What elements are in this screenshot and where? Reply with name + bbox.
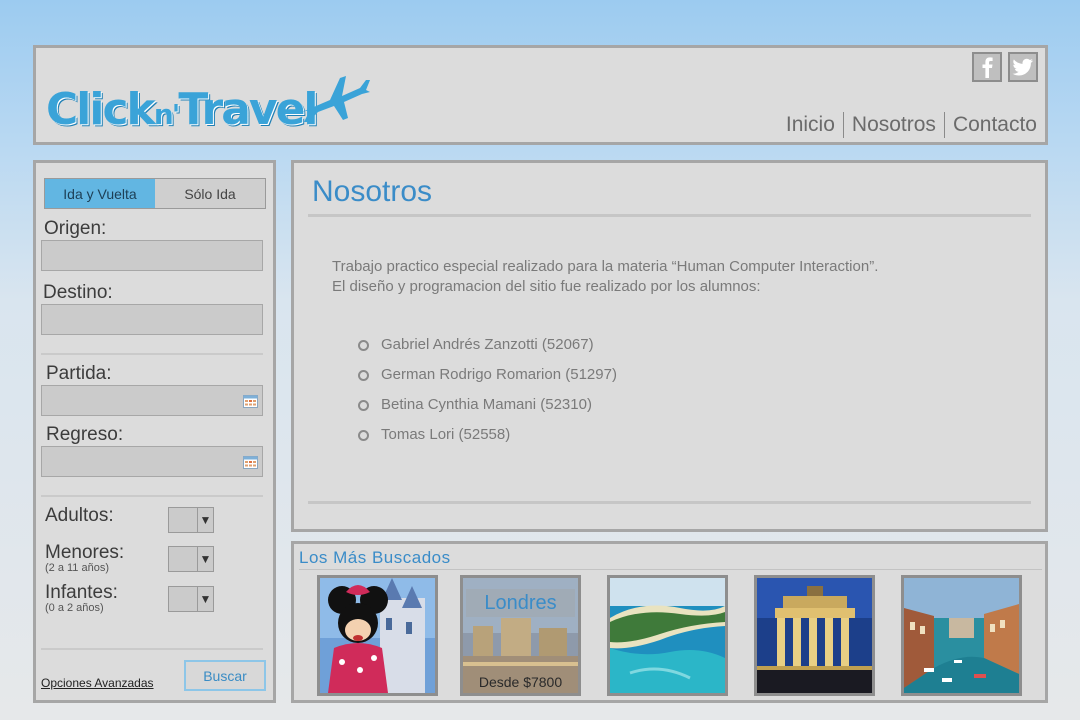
twitter-icon[interactable]	[1008, 52, 1038, 82]
destination-thumb-disney[interactable]	[317, 575, 438, 696]
list-item: Gabriel Andrés Zanzotti (52067)	[358, 330, 617, 360]
return-date-input[interactable]	[41, 446, 263, 477]
search-button[interactable]: Buscar	[184, 660, 266, 691]
intro-line: El diseño y programacion del sitio fue r…	[332, 278, 761, 295]
adults-label-text: Adultos:	[45, 505, 114, 526]
intro-line: Trabajo practico especial realizado para…	[332, 258, 879, 275]
infants-value	[169, 587, 198, 611]
infants-label: Infantes: (0 a 2 años)	[45, 583, 118, 614]
destination-thumb-london[interactable]: Londres Desde $7800	[460, 575, 581, 696]
disney-photo	[320, 578, 435, 693]
tab-one-way[interactable]: Sólo Ida	[155, 179, 265, 208]
destination-label: Destino:	[43, 282, 113, 303]
page-title: Nosotros	[312, 175, 433, 208]
author-name: Tomas Lori (52558)	[381, 426, 511, 443]
berlin-photo	[757, 578, 872, 693]
header: Clickn'Travel Inicio Nosotros Contacto	[33, 45, 1048, 145]
minors-value	[169, 547, 198, 571]
section-title: Los Más Buscados	[299, 548, 451, 567]
facebook-icon[interactable]	[972, 52, 1002, 82]
destination-input[interactable]	[41, 304, 263, 335]
adults-value	[169, 508, 198, 532]
author-name: Gabriel Andrés Zanzotti (52067)	[381, 336, 594, 353]
logo-text: Clickn'Travel	[46, 84, 319, 135]
chevron-down-icon[interactable]: ▼	[198, 587, 213, 611]
calendar-icon[interactable]	[243, 395, 258, 408]
divider	[41, 495, 263, 497]
flight-search-form: Ida y Vuelta Sólo Ida Origen: Destino: P…	[33, 160, 276, 703]
origin-label: Origen:	[44, 218, 107, 239]
divider	[308, 501, 1031, 504]
trip-type-tabs: Ida y Vuelta Sólo Ida	[44, 178, 266, 209]
departure-date-input[interactable]	[41, 385, 263, 416]
minors-label: Menores: (2 a 11 años)	[45, 543, 124, 574]
list-item: German Rodrigo Romarion (51297)	[358, 360, 617, 390]
infants-select[interactable]: ▼	[168, 586, 214, 612]
main-nav: Inicio Nosotros Contacto	[778, 112, 1037, 138]
popular-destinations: Los Más Buscados Londres Desde $7800	[291, 541, 1048, 703]
airplane-icon	[302, 76, 370, 122]
departure-label: Partida:	[46, 363, 112, 384]
destination-thumb-berlin[interactable]	[754, 575, 875, 696]
author-name: Betina Cynthia Mamani (52310)	[381, 396, 592, 413]
minors-age-range: (2 a 11 años)	[45, 562, 110, 574]
about-section: Nosotros Trabajo practico especial reali…	[291, 160, 1048, 532]
nav-inicio[interactable]: Inicio	[778, 112, 843, 138]
site-logo[interactable]: Clickn'Travel	[46, 56, 376, 141]
divider	[41, 353, 263, 355]
destination-thumb-venice[interactable]	[901, 575, 1022, 696]
destination-thumb-beach[interactable]	[607, 575, 728, 696]
author-list: Gabriel Andrés Zanzotti (52067) German R…	[358, 330, 617, 450]
origin-input[interactable]	[41, 240, 263, 271]
list-item: Tomas Lori (52558)	[358, 420, 617, 450]
author-name: German Rodrigo Romarion (51297)	[381, 366, 617, 383]
bullet-icon	[358, 399, 369, 411]
infants-age-range: (0 a 2 años)	[45, 602, 104, 614]
adults-select[interactable]: ▼	[168, 507, 214, 533]
nav-nosotros[interactable]: Nosotros	[842, 112, 944, 138]
beach-photo	[610, 578, 725, 693]
bullet-icon	[358, 429, 369, 441]
list-item: Betina Cynthia Mamani (52310)	[358, 390, 617, 420]
bullet-icon	[358, 369, 369, 381]
intro-text: Trabajo practico especial realizado para…	[332, 257, 878, 297]
minors-select[interactable]: ▼	[168, 546, 214, 572]
adults-label: Adultos:	[45, 506, 114, 526]
advanced-options-link[interactable]: Opciones Avanzadas	[41, 676, 154, 690]
minors-label-text: Menores:	[45, 542, 125, 563]
return-label: Regreso:	[46, 424, 124, 445]
destination-price: Desde $7800	[478, 674, 563, 690]
destination-name: Londres	[466, 589, 575, 617]
infants-label-text: Infantes:	[45, 582, 118, 603]
chevron-down-icon[interactable]: ▼	[198, 508, 213, 532]
chevron-down-icon[interactable]: ▼	[198, 547, 213, 571]
bullet-icon	[358, 339, 369, 351]
divider	[41, 648, 263, 650]
venice-photo	[904, 578, 1019, 693]
tab-round-trip[interactable]: Ida y Vuelta	[45, 179, 155, 208]
calendar-icon[interactable]	[243, 456, 258, 469]
divider	[308, 214, 1031, 217]
nav-contacto[interactable]: Contacto	[943, 112, 1037, 138]
divider	[299, 569, 1042, 570]
